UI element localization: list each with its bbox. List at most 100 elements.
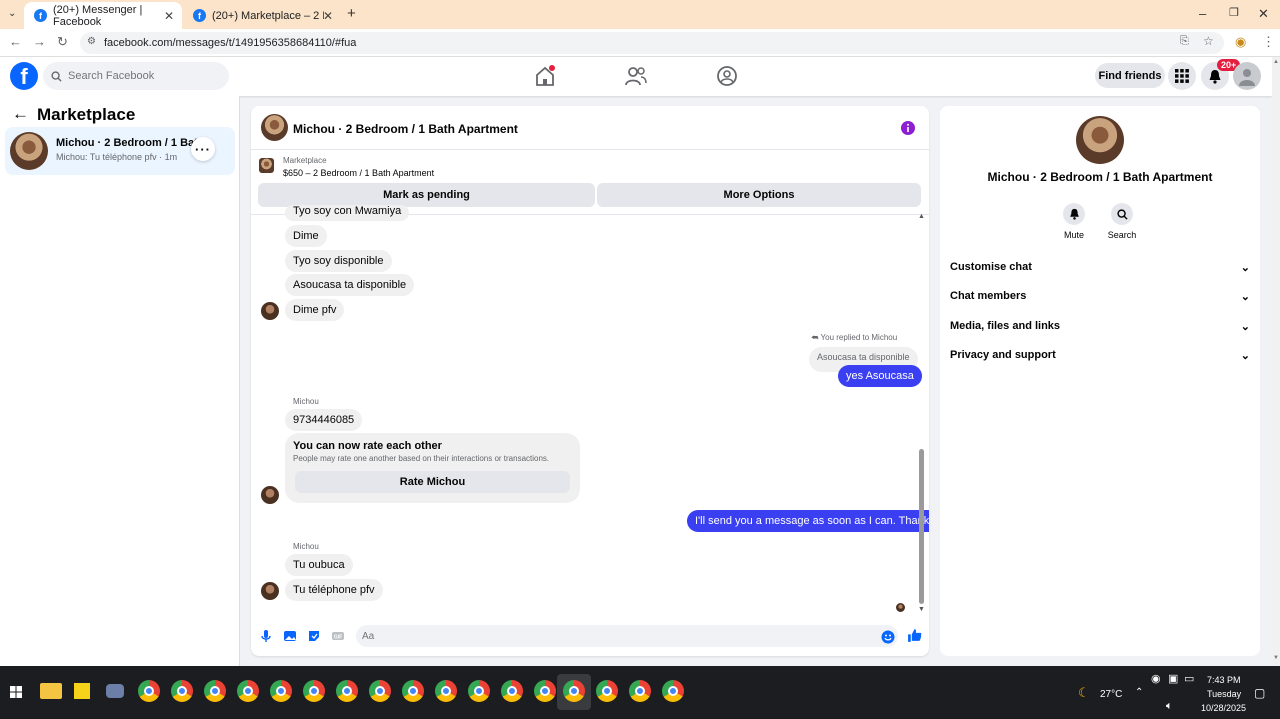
info-icon[interactable] — [901, 121, 915, 135]
clock-time[interactable]: 7:43 PM — [1207, 675, 1241, 685]
default-avatar-icon — [1239, 69, 1255, 86]
bookmark-star-icon[interactable]: ☆ — [1203, 34, 1214, 48]
sticker-icon[interactable] — [307, 629, 321, 643]
search-input[interactable] — [68, 70, 218, 82]
scrollbar-thumb[interactable] — [919, 449, 924, 604]
menu-grid-button[interactable] — [1168, 62, 1196, 90]
friends-icon[interactable] — [624, 65, 648, 87]
weather-temperature[interactable]: 27°C — [1100, 689, 1122, 700]
chat-avatar[interactable] — [261, 114, 288, 141]
message-input[interactable] — [362, 630, 862, 642]
tab-search-chevron-icon[interactable]: ⌄ — [8, 8, 16, 19]
reload-icon[interactable]: ↻ — [57, 34, 68, 50]
chrome-icon[interactable] — [171, 680, 193, 702]
sender-name: Michou — [293, 542, 319, 551]
message-input-field[interactable] — [356, 625, 898, 647]
close-tab-icon[interactable]: ✕ — [323, 9, 333, 23]
rate-michou-button[interactable]: Rate Michou — [295, 471, 570, 493]
profile-picture[interactable] — [1076, 116, 1124, 164]
profile-icon[interactable]: ◉ — [1235, 34, 1246, 50]
chrome-icon[interactable] — [468, 680, 490, 702]
media-files-links-section[interactable]: Media, files and links ⌄ — [950, 316, 1250, 336]
browser-menu-icon[interactable]: ⋮ — [1262, 34, 1275, 50]
like-thumbs-up-icon[interactable] — [907, 628, 922, 643]
page-scrollbar[interactable]: ▲ ▼ — [1272, 57, 1280, 666]
section-label: Customise chat — [950, 261, 1032, 273]
forward-icon[interactable]: → — [33, 34, 46, 49]
groups-icon[interactable] — [715, 65, 739, 87]
facebook-logo-icon[interactable]: f — [10, 62, 38, 90]
privacy-support-section[interactable]: Privacy and support ⌄ — [950, 345, 1250, 365]
back-icon[interactable]: ← — [9, 34, 22, 49]
chrome-icon[interactable] — [435, 680, 457, 702]
clock-day[interactable]: Tuesday — [1207, 689, 1241, 699]
microphone-icon[interactable] — [259, 629, 273, 643]
more-options-button[interactable]: More Options — [597, 183, 921, 207]
chat-title[interactable]: Michou · 2 Bedroom / 1 Bath Apartment — [293, 122, 518, 136]
new-tab-icon[interactable]: + — [347, 5, 356, 22]
scroll-up-icon[interactable]: ▲ — [1273, 59, 1279, 65]
close-window-icon[interactable]: ✕ — [1258, 6, 1269, 22]
scroll-down-icon[interactable]: ▼ — [1273, 655, 1279, 661]
mute-button[interactable] — [1063, 203, 1085, 225]
gif-icon[interactable]: GIF — [331, 629, 345, 643]
conversation-item[interactable]: Michou · 2 Bedroom / 1 Bath A… Michou: T… — [5, 127, 235, 175]
chrome-icon[interactable] — [563, 680, 585, 702]
install-app-icon[interactable]: ⎘ — [1180, 35, 1189, 48]
app-icon[interactable] — [106, 684, 124, 698]
site-info-icon[interactable]: ⚙ — [87, 36, 96, 47]
more-options-icon[interactable]: ··· — [191, 137, 215, 161]
search-conversation-button[interactable] — [1111, 203, 1133, 225]
scroll-up-icon[interactable]: ▲ — [918, 213, 925, 220]
sender-avatar[interactable] — [261, 582, 279, 600]
customise-chat-section[interactable]: Customise chat ⌄ — [950, 257, 1250, 277]
notifications-center-icon[interactable]: ▢ — [1254, 686, 1265, 700]
scroll-down-icon[interactable]: ▼ — [918, 606, 925, 613]
emoji-icon[interactable] — [881, 630, 895, 644]
chrome-icon[interactable] — [534, 680, 556, 702]
network-icon[interactable]: ▭ — [1184, 672, 1194, 685]
chrome-icon[interactable] — [369, 680, 391, 702]
home-icon[interactable] — [533, 65, 557, 87]
file-explorer-icon[interactable] — [40, 683, 62, 699]
tab-marketplace[interactable]: f (20+) Marketplace – 2 Bedroom ✕ — [183, 2, 341, 29]
close-tab-icon[interactable]: ✕ — [164, 9, 174, 23]
weather-moon-icon[interactable]: ☾ — [1078, 685, 1090, 701]
photo-icon[interactable] — [283, 629, 297, 643]
record-icon[interactable]: ◉ — [1151, 672, 1161, 685]
message-scrollbar[interactable]: ▲ ▼ — [918, 213, 925, 613]
listing-title[interactable]: $650 – 2 Bedroom / 1 Bath Apartment — [283, 168, 434, 178]
find-friends-button[interactable]: Find friends — [1095, 63, 1165, 88]
show-hidden-icons[interactable]: ⌃ — [1135, 687, 1143, 698]
minimize-icon[interactable]: – — [1199, 6, 1206, 21]
maximize-icon[interactable]: ❐ — [1229, 6, 1239, 19]
chrome-icon[interactable] — [138, 680, 160, 702]
sender-avatar[interactable] — [261, 302, 279, 320]
chat-members-section[interactable]: Chat members ⌄ — [950, 286, 1250, 306]
message-bubble-outgoing: yes Asoucasa — [838, 365, 922, 387]
chrome-icon[interactable] — [629, 680, 651, 702]
marketplace-conversation-list: ← Marketplace Michou · 2 Bedroom / 1 Bat… — [0, 96, 240, 666]
account-avatar[interactable] — [1233, 62, 1261, 90]
chrome-icon[interactable] — [270, 680, 292, 702]
sender-avatar[interactable] — [261, 486, 279, 504]
back-arrow-icon[interactable]: ← — [12, 104, 29, 124]
sticky-notes-icon[interactable] — [74, 683, 90, 699]
camera-icon[interactable]: ▣ — [1168, 672, 1178, 685]
chrome-icon[interactable] — [303, 680, 325, 702]
chrome-icon[interactable] — [596, 680, 618, 702]
chrome-icon[interactable] — [662, 680, 684, 702]
tab-messenger[interactable]: f (20+) Messenger | Facebook ✕ — [24, 2, 182, 29]
clock-date[interactable]: 10/28/2025 — [1201, 703, 1246, 713]
windows-start-icon[interactable] — [10, 686, 22, 698]
search-facebook-field[interactable] — [43, 62, 229, 90]
chrome-icon[interactable] — [204, 680, 226, 702]
chrome-icon[interactable] — [501, 680, 523, 702]
facebook-header: f Find friends 20+ — [0, 57, 1272, 96]
chrome-icon[interactable] — [237, 680, 259, 702]
chrome-icon[interactable] — [402, 680, 424, 702]
url-field[interactable]: ⚙ facebook.com/messages/t/14919563586841… — [80, 32, 1224, 54]
volume-icon[interactable]: 🔈︎ — [1166, 700, 1173, 713]
mark-as-pending-button[interactable]: Mark as pending — [258, 183, 595, 207]
chrome-icon[interactable] — [336, 680, 358, 702]
